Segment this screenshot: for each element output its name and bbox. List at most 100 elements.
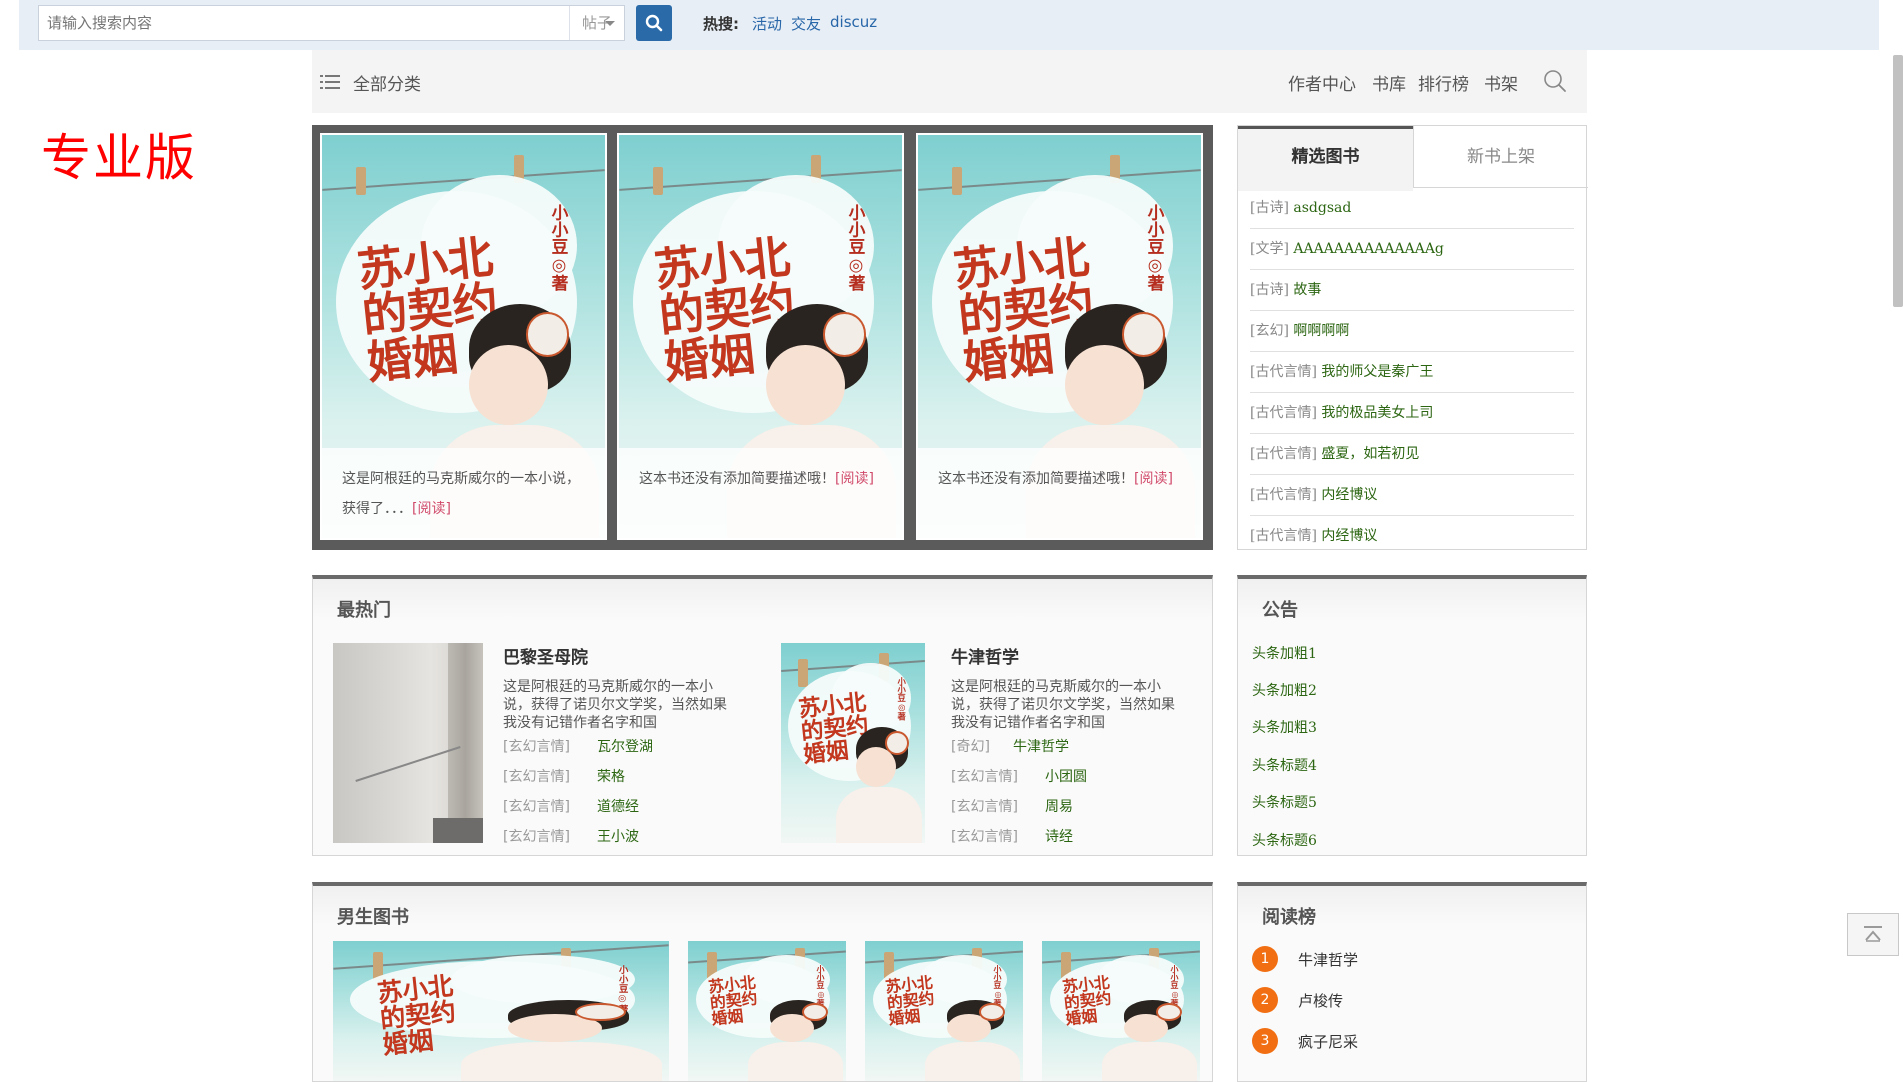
slide-desc-text: 这本书还没有添加简要描述哦！ — [938, 471, 1134, 487]
book-cover-small[interactable]: 苏小北 的契约 婚姻 小小豆◎著 — [865, 941, 1023, 1081]
category-label: [古诗] — [1250, 200, 1289, 216]
nav-author-center[interactable]: 作者中心 — [1288, 70, 1356, 95]
nav-library[interactable]: 书库 — [1372, 70, 1406, 95]
list-item[interactable]: [古代言情] 内经博议 — [1250, 475, 1574, 516]
page-scrollbar[interactable] — [1893, 55, 1903, 307]
list-icon — [320, 75, 340, 89]
book-title-link[interactable]: 王小波 — [597, 829, 639, 845]
book-title-link[interactable]: 盛夏，如若初见 — [1321, 446, 1419, 462]
book-cover-large[interactable]: 苏小北 的契约 婚姻 小小豆◎著 — [333, 941, 669, 1081]
search-type-select[interactable]: 帖子 — [569, 6, 625, 40]
book-cover: 苏小北 的契约 婚姻 小小豆◎著 — [781, 643, 925, 843]
book-title-link[interactable]: 道德经 — [597, 799, 639, 815]
related-book[interactable]: [玄幻言情] 王小波 — [503, 822, 728, 852]
list-item[interactable]: [古代言情] 我的师父是秦广王 — [1250, 352, 1574, 393]
read-link[interactable]: [阅读] — [412, 501, 451, 517]
featured-books-tabs: 精选图书 新书上架 [古诗] asdgsad [文学] AAAAAAAAAAAA… — [1237, 125, 1588, 550]
book-cover-small[interactable]: 苏小北 的契约 婚姻 小小豆◎著 — [688, 941, 846, 1081]
notice-item[interactable]: 头条标题4 — [1252, 755, 1317, 775]
notice-item[interactable]: 头条加粗2 — [1252, 680, 1317, 700]
category-label: [玄幻言情] — [951, 799, 1018, 815]
related-book[interactable]: [玄幻言情] 诗经 — [951, 822, 1176, 852]
related-book[interactable]: [玄幻言情] 道德经 — [503, 792, 728, 822]
book-thumbnail[interactable]: 苏小北 的契约 婚姻 小小豆◎著 — [781, 643, 925, 843]
book-title-link[interactable]: 瓦尔登湖 — [597, 739, 653, 755]
book-title-link[interactable]: 牛津哲学 — [1013, 739, 1069, 755]
carousel-slide[interactable]: 苏小北 的契约 婚姻 小小豆◎著 这是阿根廷的马克斯威尔的一本小说，获得了．．．[阅读… — [320, 133, 607, 540]
hot-link-friends[interactable]: 交友 — [791, 13, 821, 34]
category-label: [玄幻言情] — [951, 829, 1018, 845]
category-label: [玄幻言情] — [503, 799, 570, 815]
search-icon — [645, 14, 663, 32]
back-to-top-button[interactable] — [1847, 913, 1899, 956]
book-thumbnail[interactable] — [333, 643, 483, 843]
related-book[interactable]: [玄幻言情] 荣格 — [503, 762, 728, 792]
notice-item[interactable]: 头条标题5 — [1252, 792, 1317, 812]
carousel-slide[interactable]: 苏小北 的契约 婚姻 小小豆◎著 这本书还没有添加简要描述哦！[阅读] — [916, 133, 1203, 540]
category-label: [文学] — [1250, 241, 1289, 257]
book-title-link[interactable]: 我的极品美女上司 — [1321, 405, 1433, 421]
section-title: 最热门 — [337, 600, 391, 621]
related-book[interactable]: [奇幻] 牛津哲学 — [951, 732, 1176, 762]
rank-book-title[interactable]: 卢梭传 — [1298, 990, 1343, 1011]
list-item[interactable]: [古诗] 故事 — [1250, 270, 1574, 311]
featured-book-list: [古诗] asdgsad [文学] AAAAAAAAAAAAAAg [古诗] 故… — [1250, 188, 1574, 556]
book-title-link[interactable]: AAAAAAAAAAAAAAg — [1293, 241, 1444, 257]
main-nav: 全部分类 作者中心 书库 排行榜 书架 — [312, 50, 1587, 113]
book-title-link[interactable]: 内经博议 — [1321, 528, 1377, 544]
slide-description: 这是阿根廷的马克斯威尔的一本小说，获得了．．．[阅读] — [322, 448, 605, 538]
hot-book-info: 巴黎圣母院 这是阿根廷的马克斯威尔的一本小说，获得了诺贝尔文学奖，当然如果我没有… — [503, 643, 728, 852]
list-item[interactable]: [古诗] asdgsad — [1250, 188, 1574, 229]
notice-item[interactable]: 头条加粗3 — [1252, 717, 1317, 737]
book-title[interactable]: 巴黎圣母院 — [503, 643, 728, 668]
search-button[interactable] — [636, 5, 672, 41]
tab-featured-books[interactable]: 精选图书 — [1238, 126, 1413, 191]
rank-badge: 1 — [1252, 946, 1278, 972]
hot-link-activity[interactable]: 活动 — [752, 13, 782, 34]
related-book[interactable]: [玄幻言情] 小团圆 — [951, 762, 1176, 792]
slide-description: 这本书还没有添加简要描述哦！[阅读] — [619, 448, 902, 538]
category-label: [古代言情] — [1250, 405, 1317, 421]
search-icon[interactable] — [1543, 69, 1567, 93]
rank-book-title[interactable]: 疯子尼采 — [1298, 1031, 1358, 1052]
notice-item[interactable]: 头条加粗1 — [1252, 643, 1317, 663]
rank-badge: 3 — [1252, 1028, 1278, 1054]
book-title-link[interactable]: asdgsad — [1293, 200, 1351, 216]
related-book[interactable]: [玄幻言情] 周易 — [951, 792, 1176, 822]
book-cover-small[interactable]: 苏小北 的契约 婚姻 小小豆◎著 — [1042, 941, 1200, 1081]
search-input[interactable] — [39, 6, 569, 40]
list-item[interactable]: [玄幻] 啊啊啊啊 — [1250, 311, 1574, 352]
category-label: [玄幻] — [1250, 323, 1289, 339]
hot-books-panel: 最热门 巴黎圣母院 这是阿根廷的马克斯威尔的一本小说，获得了诺贝尔文学奖，当然如… — [312, 575, 1213, 856]
list-item[interactable]: [文学] AAAAAAAAAAAAAAg — [1250, 229, 1574, 270]
carousel-slide[interactable]: 苏小北 的契约 婚姻 小小豆◎著 这本书还没有添加简要描述哦！[阅读] — [617, 133, 904, 540]
list-item[interactable]: [古代言情] 我的极品美女上司 — [1250, 393, 1574, 434]
read-link[interactable]: [阅读] — [835, 471, 874, 487]
hot-book-info: 牛津哲学 这是阿根廷的马克斯威尔的一本小说，获得了诺贝尔文学奖，当然如果我没有记… — [951, 643, 1176, 852]
book-title-link[interactable]: 啊啊啊啊 — [1293, 323, 1349, 339]
hot-link-discuz[interactable]: discuz — [830, 13, 877, 31]
book-title-link[interactable]: 故事 — [1293, 282, 1321, 298]
all-categories-link[interactable]: 全部分类 — [353, 70, 421, 95]
book-description: 这是阿根廷的马克斯威尔的一本小说，获得了诺贝尔文学奖，当然如果我没有记错作者名字… — [951, 679, 1175, 731]
nav-ranking[interactable]: 排行榜 — [1418, 70, 1469, 95]
read-link[interactable]: [阅读] — [1134, 471, 1173, 487]
list-item[interactable]: [古代言情] 内经博议 — [1250, 516, 1574, 556]
book-title-link[interactable]: 小团圆 — [1045, 769, 1087, 785]
rank-book-title[interactable]: 牛津哲学 — [1298, 949, 1358, 970]
nav-bookshelf[interactable]: 书架 — [1484, 70, 1518, 95]
male-books-panel: 男生图书 苏小北 的契约 婚姻 小小豆◎著 苏小北 的契约 婚姻 小小豆◎著 苏小北 的契约婚… — [312, 882, 1213, 1082]
chevron-down-icon — [605, 21, 615, 26]
category-label: [古代言情] — [1250, 528, 1317, 544]
book-title-link[interactable]: 诗经 — [1045, 829, 1073, 845]
related-book[interactable]: [玄幻言情] 瓦尔登湖 — [503, 732, 728, 762]
notice-item[interactable]: 头条标题6 — [1252, 830, 1317, 850]
list-item[interactable]: [古代言情] 盛夏，如若初见 — [1250, 434, 1574, 475]
book-title-link[interactable]: 我的师父是秦广王 — [1321, 364, 1433, 380]
book-title[interactable]: 牛津哲学 — [951, 643, 1176, 668]
book-title-link[interactable]: 周易 — [1045, 799, 1073, 815]
tab-new-books[interactable]: 新书上架 — [1413, 126, 1588, 188]
book-title-link[interactable]: 荣格 — [597, 769, 625, 785]
book-title-link[interactable]: 内经博议 — [1321, 487, 1377, 503]
book-cover: 苏小北 的契约 婚姻 小小豆◎著 — [688, 941, 846, 1081]
